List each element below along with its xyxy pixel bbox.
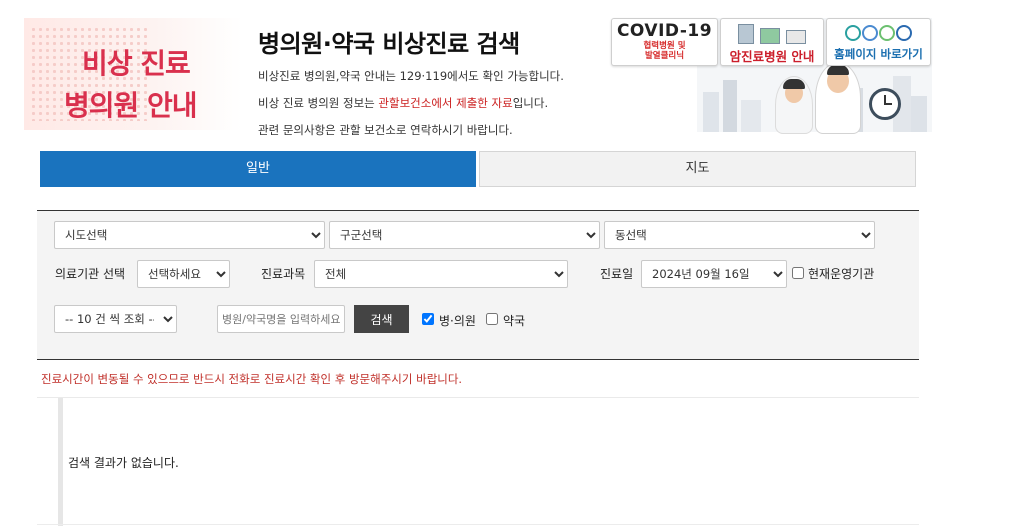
- department-label: 진료과목: [261, 267, 306, 281]
- info-line2-prefix: 비상 진료 병의원 정보는: [258, 96, 379, 110]
- page-title: 병의원·약국 비상진료 검색: [258, 30, 520, 58]
- results-area: [58, 398, 919, 526]
- tab-map[interactable]: 지도: [479, 151, 916, 187]
- covid-title: COVID-19: [616, 21, 713, 41]
- org-type-select[interactable]: 선택하세요: [137, 260, 230, 288]
- department-select[interactable]: 전체: [314, 260, 568, 288]
- emergency-care-banner: 비상 진료 병의원 안내: [24, 18, 242, 130]
- homepage-shortcut-label: 홈페이지 바로가기: [834, 47, 923, 61]
- no-results-message: 검색 결과가 없습니다.: [68, 456, 179, 470]
- egen-logo-icon: [827, 21, 930, 45]
- org-type-label: 의료기관 선택: [55, 267, 126, 281]
- info-line-data-source: 비상 진료 병의원 정보는 관할보건소에서 제출한 자료입니다.: [258, 95, 548, 111]
- cancer-hospital-label: 암진료병원 안내: [729, 49, 815, 64]
- pharmacy-icon: [760, 28, 780, 44]
- currently-open-checkbox[interactable]: [792, 267, 804, 279]
- gugun-select[interactable]: 구군선택: [329, 221, 600, 249]
- cancer-hospital-button[interactable]: 암진료병원 안내: [720, 18, 824, 66]
- banner-title-line2: 병의원 안내: [64, 89, 198, 122]
- hospital-checkbox-label: 병·의원: [439, 314, 476, 328]
- hospital-checkbox[interactable]: [422, 313, 434, 325]
- covid-sub-line1: 협력병원 및: [643, 41, 686, 51]
- info-line2-highlight: 관할보건소에서 제출한 자료: [378, 96, 513, 110]
- pharmacy-checkbox[interactable]: [486, 313, 498, 325]
- banner-title-line1: 비상 진료: [82, 47, 191, 80]
- hospital-pharmacy-ambulance-icons: [721, 22, 823, 44]
- doctor-figure-small: [775, 76, 813, 134]
- doctor-figure-large: [815, 62, 861, 134]
- currently-open-label: 현재운영기관: [808, 267, 875, 281]
- ambulance-icon: [786, 30, 806, 44]
- clock-icon: [869, 88, 901, 120]
- covid-clinic-button[interactable]: COVID-19 협력병원 및 발열클리닉: [611, 18, 718, 66]
- date-select[interactable]: 2024년 09월 16일: [641, 260, 787, 288]
- info-line-129-119: 비상진료 병의원,약국 안내는 129·119에서도 확인 가능합니다.: [258, 69, 564, 83]
- tab-general[interactable]: 일반: [40, 151, 476, 187]
- search-button[interactable]: 검색: [354, 305, 409, 333]
- covid-sub-line2: 발열클리닉: [644, 51, 685, 61]
- hours-warning-notice: 진료시간이 변동될 수 있으므로 반드시 전화로 진료시간 확인 후 방문해주시…: [41, 372, 463, 386]
- results-bottom-border: [37, 524, 919, 525]
- homepage-shortcut-button[interactable]: 홈페이지 바로가기: [826, 18, 931, 66]
- search-name-input[interactable]: [217, 305, 345, 333]
- page-size-select[interactable]: -- 10 건 씩 조회 --: [54, 305, 177, 333]
- info-line2-suffix: 입니다.: [512, 96, 549, 110]
- sido-select[interactable]: 시도선택: [54, 221, 325, 249]
- pharmacy-checkbox-label: 약국: [503, 314, 526, 328]
- info-line-contact: 관련 문의사항은 관할 보건소로 연락하시기 바랍니다.: [258, 123, 513, 137]
- dong-select[interactable]: 동선택: [604, 221, 875, 249]
- hospital-icon: [738, 24, 754, 44]
- date-label: 진료일: [600, 267, 634, 281]
